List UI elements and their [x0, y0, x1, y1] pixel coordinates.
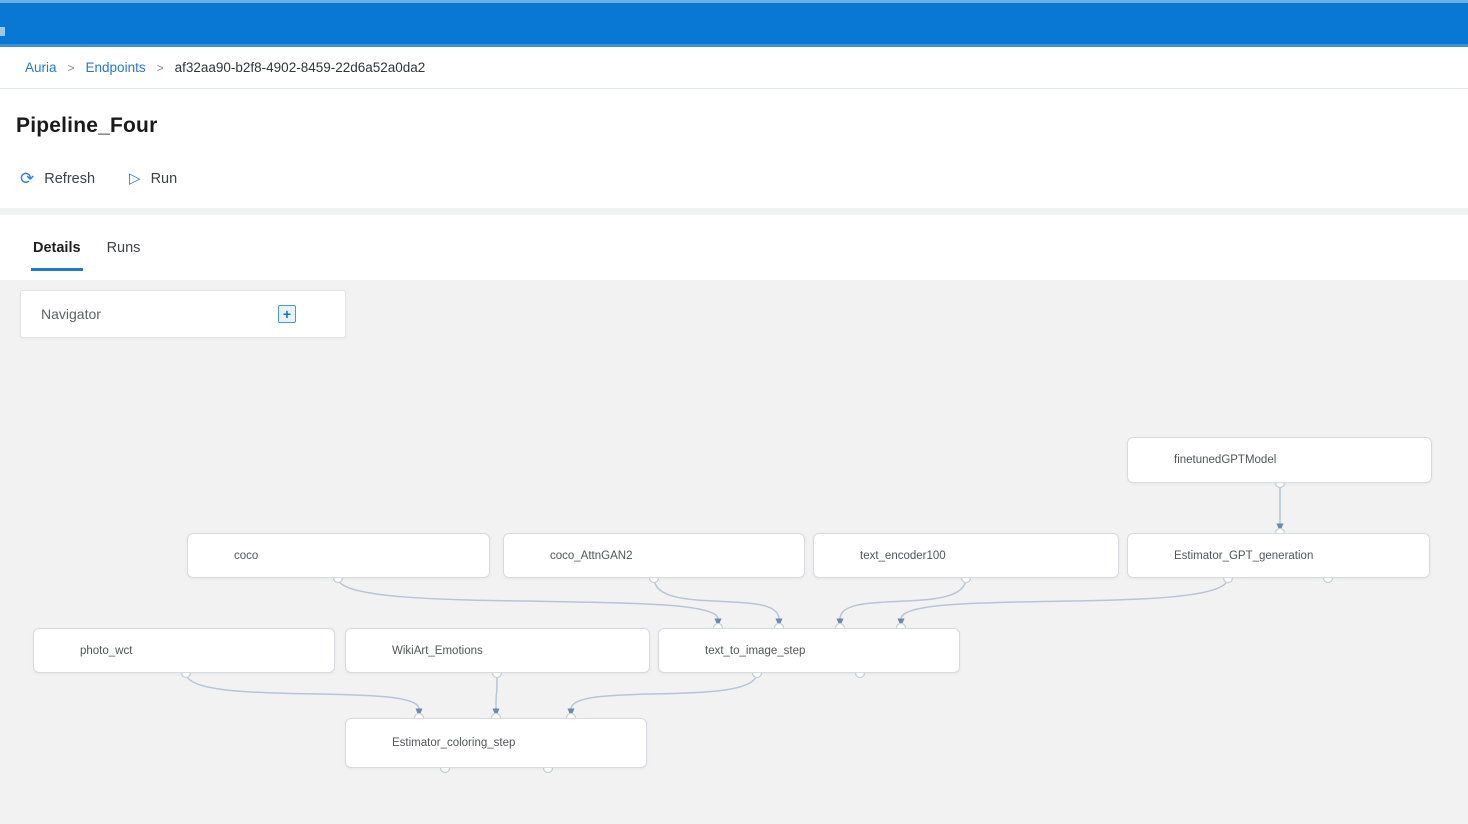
tab-runs[interactable]: Runs — [105, 236, 143, 271]
node-label: WikiArt_Emotions — [392, 645, 483, 657]
node-label: text_to_image_step — [705, 645, 805, 657]
page-title: Pipeline_Four — [16, 114, 157, 138]
breadcrumb-separator-icon: > — [157, 61, 164, 75]
pipeline-node-Estimator_coloring_step[interactable]: Estimator_coloring_step — [345, 718, 647, 768]
play-icon: ▷ — [129, 170, 141, 187]
breadcrumb-current: af32aa90-b2f8-4902-8459-22d6a52a0da2 — [175, 60, 426, 75]
run-button-label: Run — [151, 171, 178, 187]
node-label: coco_AttnGAN2 — [550, 550, 632, 562]
pipeline-node-Estimator_GPT_generation[interactable]: Estimator_GPT_generation — [1127, 533, 1430, 578]
breadcrumb-bar: Auria > Endpoints > af32aa90-b2f8-4902-8459-… — [0, 47, 1468, 89]
app-window: Auria > Endpoints > af32aa90-b2f8-4902-8459-… — [0, 0, 1468, 824]
navigator-expand-button[interactable]: + — [278, 305, 296, 323]
refresh-button[interactable]: ⟳ Refresh — [18, 166, 97, 191]
node-label: Estimator_coloring_step — [392, 737, 515, 749]
pipeline-node-coco_AttnGAN2[interactable]: coco_AttnGAN2 — [503, 533, 805, 578]
pipeline-node-coco[interactable]: coco — [187, 533, 490, 578]
breadcrumb-link-auria[interactable]: Auria — [25, 60, 57, 75]
breadcrumb: Auria > Endpoints > af32aa90-b2f8-4902-8459-… — [25, 60, 425, 75]
top-navigation-bar — [0, 0, 1468, 47]
run-button[interactable]: ▷ Run — [127, 166, 179, 191]
breadcrumb-separator-icon: > — [68, 61, 75, 75]
navigator-label: Navigator — [41, 306, 101, 322]
tab-details[interactable]: Details — [31, 236, 83, 271]
node-label: photo_wct — [80, 645, 132, 657]
node-label: finetunedGPTModel — [1174, 454, 1276, 466]
command-bar: ⟳ Refresh ▷ Run — [18, 166, 179, 191]
section-divider — [0, 208, 1468, 215]
node-label: text_encoder100 — [860, 550, 946, 562]
pipeline-node-WikiArt_Emotions[interactable]: WikiArt_Emotions — [345, 628, 650, 673]
topbar-edge-fragment — [0, 27, 5, 36]
refresh-icon: ⟳ — [20, 170, 34, 187]
breadcrumb-link-endpoints[interactable]: Endpoints — [86, 60, 146, 75]
node-label: Estimator_GPT_generation — [1174, 550, 1313, 562]
pipeline-node-text_encoder100[interactable]: text_encoder100 — [813, 533, 1119, 578]
pipeline-node-text_to_image_step[interactable]: text_to_image_step — [658, 628, 960, 673]
pipeline-node-finetunedGPTModel[interactable]: finetunedGPTModel — [1127, 437, 1432, 483]
topbar-highlight-strip — [0, 0, 1468, 3]
navigator-panel: Navigator + — [20, 290, 346, 338]
tab-list: Details Runs — [31, 236, 142, 271]
node-label: coco — [234, 550, 258, 562]
plus-icon: + — [283, 307, 291, 321]
pipeline-node-photo_wct[interactable]: photo_wct — [33, 628, 335, 673]
refresh-button-label: Refresh — [44, 171, 95, 187]
